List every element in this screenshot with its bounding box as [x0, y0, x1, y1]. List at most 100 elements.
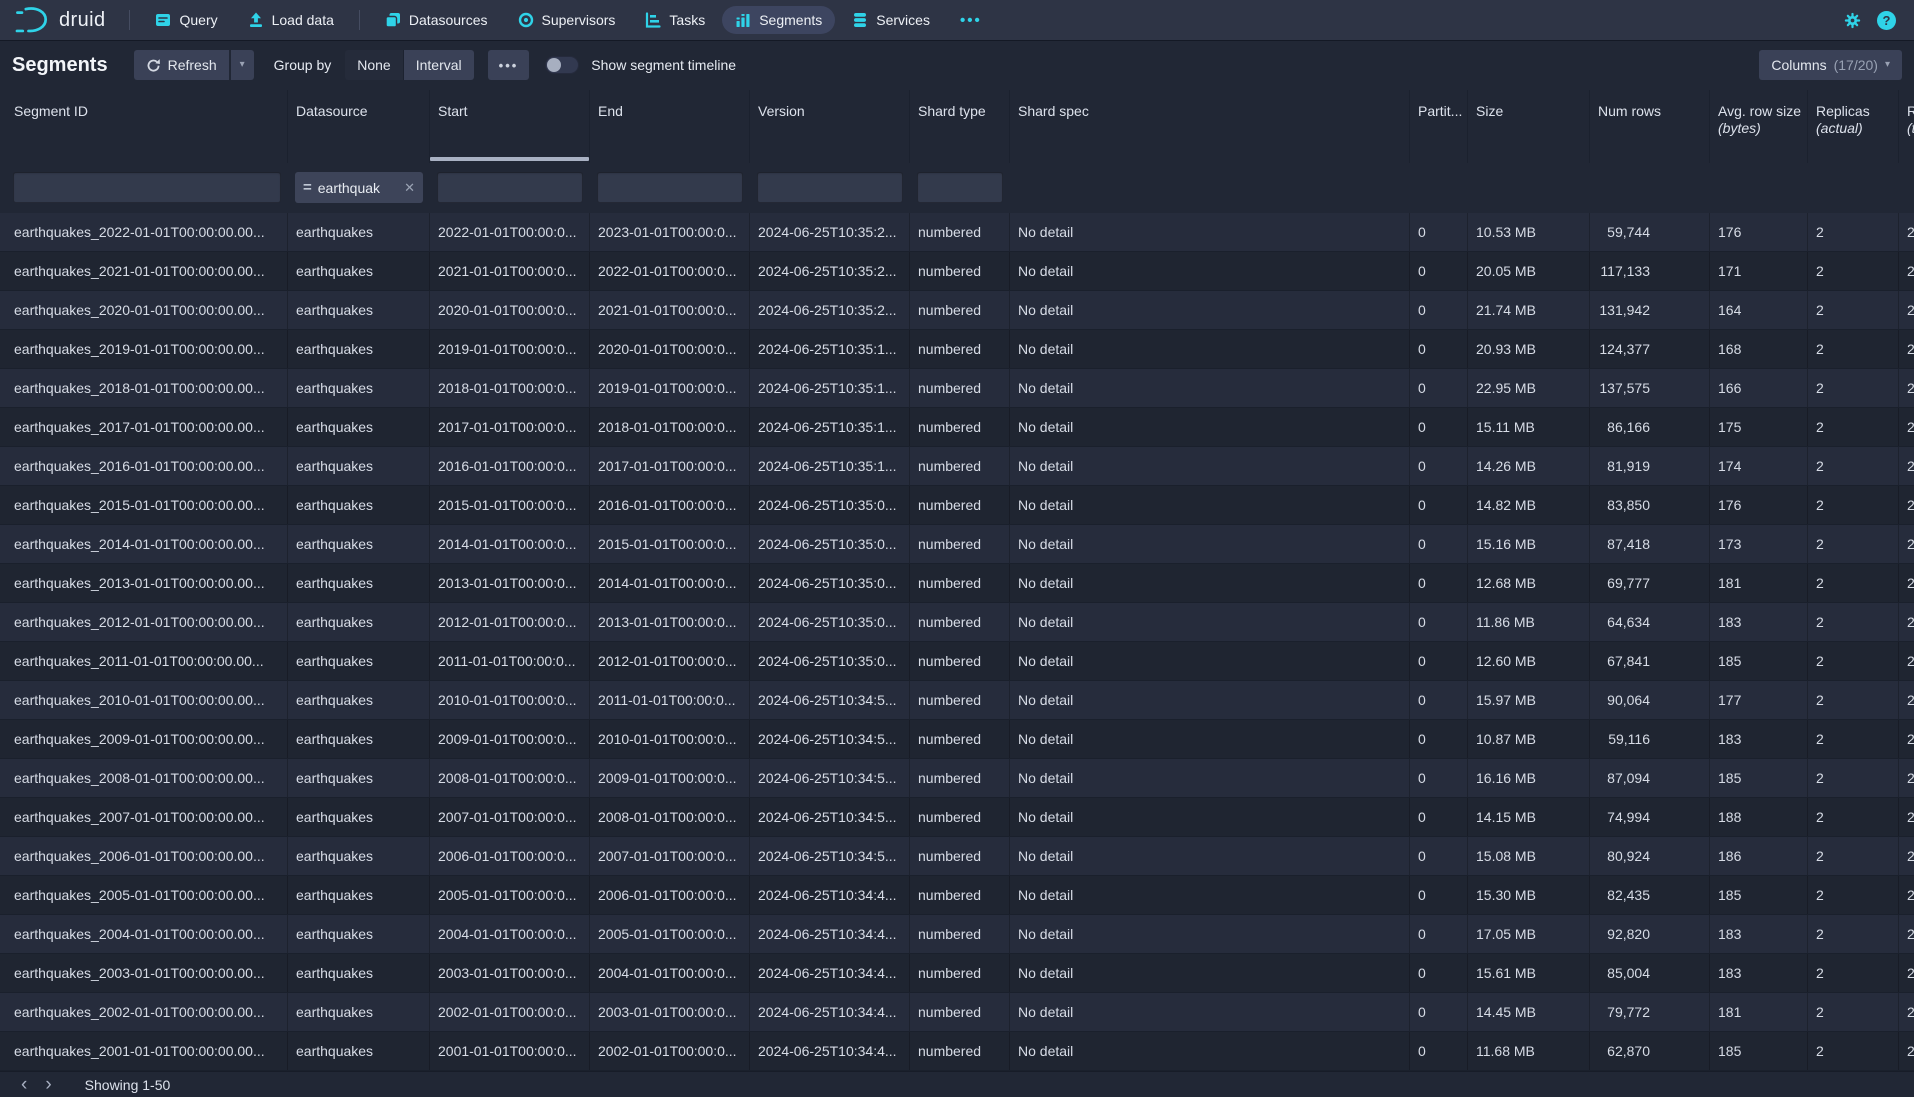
cell-end: 2016-01-01T00:00:0... [590, 486, 750, 524]
query-icon [155, 12, 171, 28]
column-header-end[interactable]: End [590, 90, 750, 163]
cell-partition: 0 [1410, 759, 1468, 797]
druid-logo[interactable]: druid [14, 5, 105, 35]
table-row[interactable]: earthquakes_2010-01-01T00:00:00.00...ear… [0, 681, 1914, 720]
nav-tab-services[interactable]: Services [839, 6, 943, 34]
table-row[interactable]: earthquakes_2021-01-01T00:00:00.00...ear… [0, 252, 1914, 291]
next-page-button[interactable]: › [36, 1075, 60, 1094]
nav-tab-datasources[interactable]: Datasources [372, 6, 501, 34]
columns-button[interactable]: Columns (17/20) ▾ [1759, 50, 1902, 80]
num-rows-value: 62,870 [1598, 1032, 1650, 1070]
filter-chip-value: earthquakes [318, 180, 380, 196]
more-options-button[interactable]: ••• [488, 50, 530, 80]
table-row[interactable]: earthquakes_2006-01-01T00:00:00.00...ear… [0, 837, 1914, 876]
cell-partition: 0 [1410, 642, 1468, 680]
filter-input-shard_type[interactable] [917, 172, 1003, 203]
column-header-shard_type[interactable]: Shard type [910, 90, 1010, 163]
table-row[interactable]: earthquakes_2019-01-01T00:00:00.00...ear… [0, 330, 1914, 369]
pagination-footer: ‹ › Showing 1-50 [0, 1071, 1914, 1097]
cell-partition: 0 [1410, 213, 1468, 251]
table-row[interactable]: earthquakes_2013-01-01T00:00:00.00...ear… [0, 564, 1914, 603]
group-by-interval-button[interactable]: Interval [404, 50, 474, 80]
refresh-button[interactable]: Refresh [134, 50, 229, 80]
cell-avg_row_size: 175 [1710, 408, 1808, 446]
cell-partition: 0 [1410, 252, 1468, 290]
group-by-none-button[interactable]: None [345, 50, 403, 80]
num-rows-value: 87,418 [1598, 525, 1650, 563]
table-row[interactable]: earthquakes_2009-01-01T00:00:00.00...ear… [0, 720, 1914, 759]
column-header-size[interactable]: Size [1468, 90, 1590, 163]
datasource-filter-chip[interactable]: =earthquakes✕ [295, 172, 423, 203]
nav-tab-load-data[interactable]: Load data [235, 6, 347, 34]
cell-num_rows: 86,166 [1590, 408, 1710, 446]
column-header-partition[interactable]: Partit... [1410, 90, 1468, 163]
table-row[interactable]: earthquakes_2012-01-01T00:00:00.00...ear… [0, 603, 1914, 642]
cell-avg_row_size: 171 [1710, 252, 1808, 290]
column-header-start[interactable]: Start [430, 90, 590, 163]
cell-version: 2024-06-25T10:34:5... [750, 759, 910, 797]
nav-tab-supervisors[interactable]: Supervisors [505, 6, 629, 34]
nav-tab-segments[interactable]: Segments [722, 6, 835, 34]
cell-segment_id: earthquakes_2012-01-01T00:00:00.00... [0, 603, 288, 641]
columns-label: Columns [1771, 57, 1826, 73]
column-header-shard_spec[interactable]: Shard spec [1010, 90, 1410, 163]
filter-cell-end [590, 163, 750, 213]
table-row[interactable]: earthquakes_2001-01-01T00:00:00.00...ear… [0, 1032, 1914, 1071]
table-row[interactable]: earthquakes_2018-01-01T00:00:00.00...ear… [0, 369, 1914, 408]
filter-input-start[interactable] [437, 172, 583, 203]
cell-version: 2024-06-25T10:34:5... [750, 798, 910, 836]
column-header-avg_row_size[interactable]: Avg. row size(bytes) [1710, 90, 1808, 163]
previous-page-button[interactable]: ‹ [12, 1075, 36, 1094]
filter-input-end[interactable] [597, 172, 743, 203]
cell-shard_type: numbered [910, 1032, 1010, 1070]
table-row[interactable]: earthquakes_2017-01-01T00:00:00.00...ear… [0, 408, 1914, 447]
remove-filter-icon[interactable]: ✕ [404, 180, 415, 196]
filter-input-segment_id[interactable] [13, 172, 281, 203]
nav-tab-query[interactable]: Query [142, 6, 230, 34]
segment-timeline-toggle[interactable] [545, 56, 579, 74]
column-header-version[interactable]: Version [750, 90, 910, 163]
refresh-dropdown-button[interactable]: ▾ [231, 50, 254, 80]
cell-shard_type: numbered [910, 915, 1010, 953]
column-header-num_rows[interactable]: Num rows [1590, 90, 1710, 163]
table-row[interactable]: earthquakes_2004-01-01T00:00:00.00...ear… [0, 915, 1914, 954]
cell-end: 2012-01-01T00:00:0... [590, 642, 750, 680]
num-rows-value: 80,924 [1598, 837, 1650, 875]
load-data-icon [248, 12, 264, 28]
table-row[interactable]: earthquakes_2002-01-01T00:00:00.00...ear… [0, 993, 1914, 1032]
column-header-replicas[interactable]: Replicas(actual) [1808, 90, 1899, 163]
cell-segment_id: earthquakes_2002-01-01T00:00:00.00... [0, 993, 288, 1031]
table-row[interactable]: earthquakes_2020-01-01T00:00:00.00...ear… [0, 291, 1914, 330]
table-row[interactable]: earthquakes_2005-01-01T00:00:00.00...ear… [0, 876, 1914, 915]
num-rows-value: 137,575 [1598, 369, 1650, 407]
column-header-segment_id[interactable]: Segment ID [0, 90, 288, 163]
help-icon[interactable]: ? [1877, 11, 1896, 30]
table-row[interactable]: earthquakes_2016-01-01T00:00:00.00...ear… [0, 447, 1914, 486]
nav-tab-tasks[interactable]: Tasks [632, 6, 718, 34]
cell-datasource: earthquakes [288, 993, 430, 1031]
settings-gear-icon[interactable] [1844, 12, 1861, 29]
num-rows-value: 87,094 [1598, 759, 1650, 797]
table-row[interactable]: earthquakes_2014-01-01T00:00:00.00...ear… [0, 525, 1914, 564]
num-rows-value: 64,634 [1598, 603, 1650, 641]
cell-partition: 0 [1410, 486, 1468, 524]
column-header-datasource[interactable]: Datasource [288, 90, 430, 163]
cell-end: 2002-01-01T00:00:0... [590, 1032, 750, 1070]
filter-input-version[interactable] [757, 172, 903, 203]
column-header-replication_factor[interactable]: Replication factor(target) [1899, 90, 1914, 163]
table-row[interactable]: earthquakes_2007-01-01T00:00:00.00...ear… [0, 798, 1914, 837]
cell-num_rows: 67,841 [1590, 642, 1710, 680]
cell-shard_spec: No detail [1010, 876, 1410, 914]
cell-size: 14.45 MB [1468, 993, 1590, 1031]
table-row[interactable]: earthquakes_2011-01-01T00:00:00.00...ear… [0, 642, 1914, 681]
cell-end: 2021-01-01T00:00:0... [590, 291, 750, 329]
table-row[interactable]: earthquakes_2015-01-01T00:00:00.00...ear… [0, 486, 1914, 525]
cell-shard_type: numbered [910, 486, 1010, 524]
table-row[interactable]: earthquakes_2003-01-01T00:00:00.00...ear… [0, 954, 1914, 993]
cell-end: 2017-01-01T00:00:0... [590, 447, 750, 485]
table-row[interactable]: earthquakes_2008-01-01T00:00:00.00...ear… [0, 759, 1914, 798]
cell-datasource: earthquakes [288, 954, 430, 992]
nav-tab-more[interactable]: ••• [947, 6, 995, 35]
table-row[interactable]: earthquakes_2022-01-01T00:00:00.00...ear… [0, 213, 1914, 252]
cell-replicas: 2 [1808, 564, 1899, 602]
